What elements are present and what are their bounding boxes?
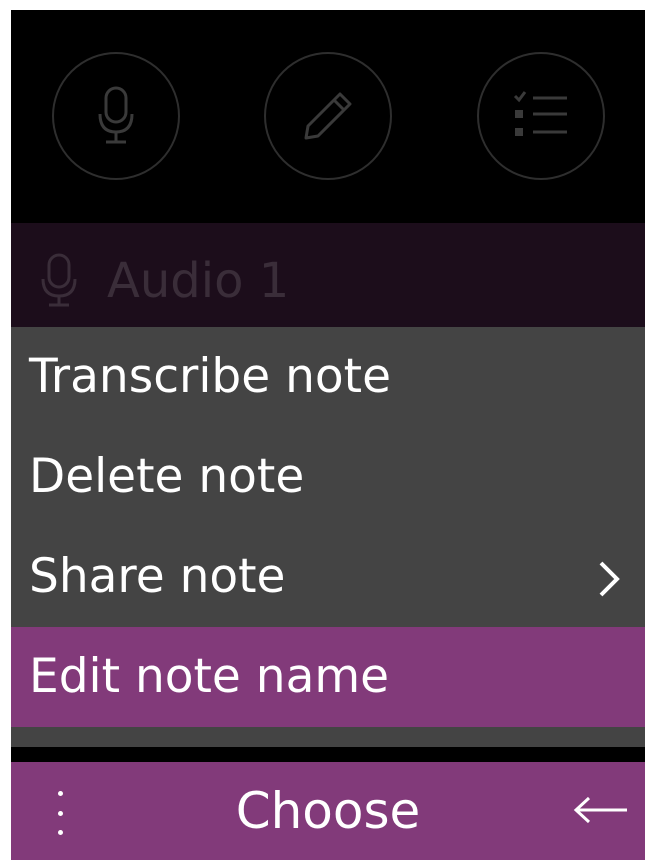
softkey-bar: Choose [11,762,645,860]
microphone-icon [98,86,134,144]
checklist-icon [513,91,567,136]
menu-item-delete-note[interactable]: Delete note [11,427,645,527]
menu-item-label: Share note [29,549,286,604]
menu-item-label: Transcribe note [29,349,392,404]
chevron-right-icon [599,561,620,597]
menu-item-share-note[interactable]: Share note [11,527,645,627]
menu-item-label: Edit note name [29,649,390,704]
note-list-item[interactable]: Audio 1 [11,223,645,327]
write-note-button[interactable] [264,52,392,180]
pencil-icon [304,92,352,140]
note-title: Audio 1 [107,253,290,309]
choose-softkey[interactable]: Choose [11,782,645,840]
back-arrow-icon[interactable] [573,795,629,825]
microphone-icon [41,253,77,307]
menu-item-transcribe-note[interactable]: Transcribe note [11,327,645,427]
menu-item-label: Delete note [29,449,305,504]
menu-item-edit-note-name[interactable]: Edit note name [11,627,645,727]
app-screen: Audio 1 Transcribe note Delete note Shar… [11,10,645,860]
note-type-toolbar [11,10,645,223]
checklist-button[interactable] [477,52,605,180]
record-audio-button[interactable] [52,52,180,180]
options-menu: Transcribe note Delete note Share note E… [11,327,645,747]
